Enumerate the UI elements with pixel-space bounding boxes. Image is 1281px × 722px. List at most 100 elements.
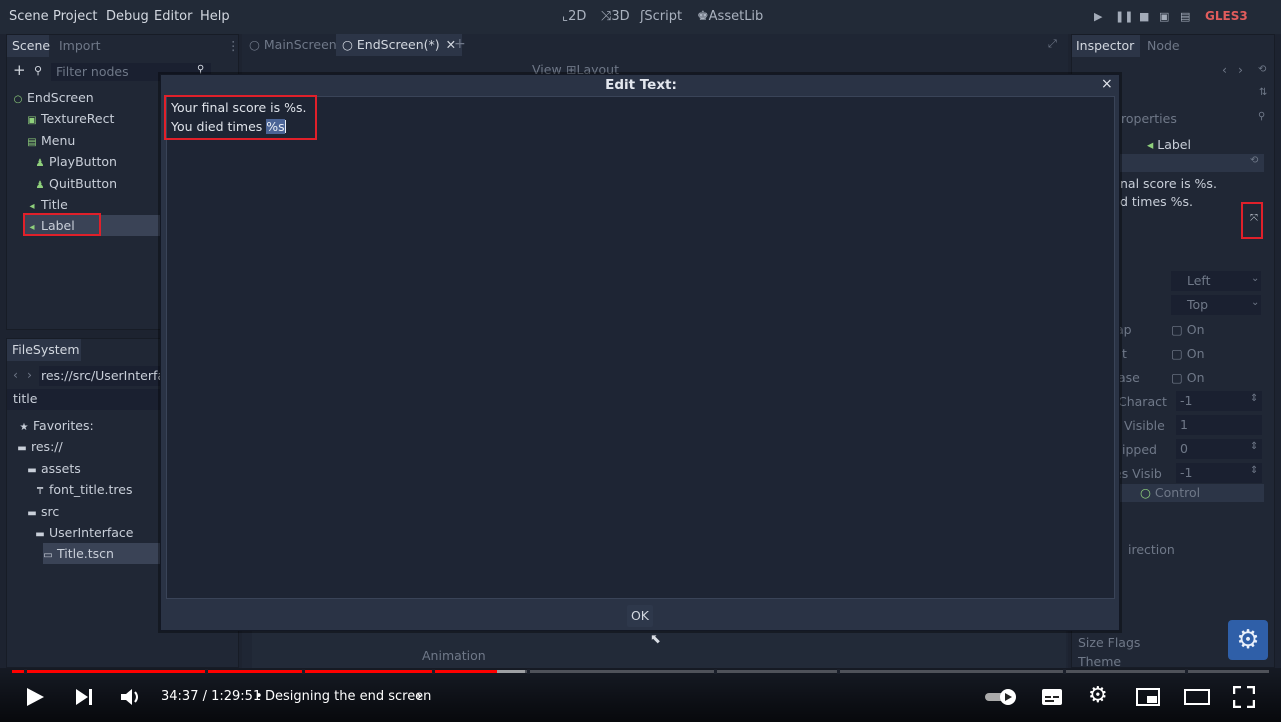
spin-icon: ⇕ (1250, 441, 1259, 452)
max-lines-visible-spin[interactable]: -1 ⇕ (1176, 463, 1262, 483)
link-icon[interactable]: ⚲ (34, 64, 42, 77)
close-icon[interactable]: × (1101, 76, 1113, 92)
renderer-select[interactable]: GLES3 (1205, 9, 1248, 23)
align-select[interactable]: Left ⌄ (1171, 271, 1261, 291)
fullscreen-icon[interactable] (1233, 686, 1255, 708)
add-node-icon[interactable]: + (13, 61, 26, 79)
next-button[interactable] (74, 688, 94, 706)
history-icon[interactable]: ⟲ (1258, 64, 1266, 75)
autowrap-toggle[interactable]: ▢ On (1171, 322, 1205, 337)
folder-icon: ▬ (35, 529, 45, 540)
add-tab-icon[interactable]: + (454, 36, 466, 52)
object-properties-icon[interactable]: ⇅ (1259, 87, 1267, 98)
forward-icon[interactable]: › (27, 367, 32, 382)
dialog-title: Edit Text: (605, 77, 677, 93)
tab-import[interactable]: Import (59, 38, 101, 53)
label-node-icon: ◂ (1147, 137, 1158, 152)
chapter-marker (527, 669, 530, 674)
tree-node-quitbutton[interactable]: ♟ QuitButton (35, 176, 118, 191)
lines-skipped-spin[interactable]: 0 ⇕ (1176, 439, 1262, 459)
label-node-icon: ◂ (29, 201, 35, 212)
chevron-down-icon: ⌄ (1251, 297, 1260, 308)
tab-node[interactable]: Node (1147, 38, 1180, 53)
valign-select[interactable]: Top ⌄ (1171, 295, 1261, 315)
fs-favorites[interactable]: ★ Favorites: (19, 418, 94, 433)
miniplayer-icon[interactable] (1136, 687, 1160, 707)
tab-endscreen[interactable]: ○ EndScreen(*) ✕ (336, 34, 463, 56)
play-scene-icon[interactable]: ▣ (1159, 10, 1169, 23)
fs-font-title[interactable]: ₸ font_title.tres (35, 482, 133, 497)
spin-icon: ⇕ (1250, 393, 1259, 404)
dock-menu-icon[interactable]: ⋮ (227, 38, 240, 53)
ok-button[interactable]: OK (627, 605, 653, 627)
tree-node-menu[interactable]: ▤ Menu (27, 133, 75, 148)
chapter-arrow-icon[interactable]: › (416, 686, 422, 705)
settings-gear-icon[interactable]: ⚙ (1088, 683, 1108, 708)
revert-icon[interactable]: ⟲ (1250, 155, 1258, 166)
tree-node-playbutton[interactable]: ♟ PlayButton (35, 154, 117, 169)
workspace-3d[interactable]: ⤨3D (601, 9, 630, 24)
volume-icon[interactable] (119, 686, 143, 708)
node-type-header: ◂ Label (1147, 137, 1191, 152)
play-button[interactable] (24, 686, 46, 708)
theater-mode-icon[interactable] (1184, 687, 1210, 707)
control-node-icon: ○ (1140, 485, 1155, 500)
tab-scene[interactable]: Scene (7, 35, 50, 57)
stop-icon[interactable]: ■ (1139, 10, 1149, 23)
menu-debug[interactable]: Debug (106, 9, 149, 24)
folder-icon: ▬ (17, 443, 27, 454)
folder-icon: ▬ (27, 465, 37, 476)
menu-bar: Scene Project Debug Editor Help ⌞2D ⤨3D … (0, 0, 1281, 34)
size-flags-section[interactable]: Size Flags (1078, 635, 1140, 650)
control-section-header[interactable]: ○ Control (1112, 484, 1264, 502)
back-icon[interactable]: ‹ (13, 367, 18, 382)
chapter-marker (837, 669, 840, 674)
menu-project[interactable]: Project (53, 9, 97, 24)
menu-help[interactable]: Help (200, 9, 230, 24)
history-back-icon[interactable]: ‹ (1222, 62, 1227, 77)
text-preview-line2: d times %s. (1120, 194, 1193, 209)
tree-node-title[interactable]: ◂ Title (27, 197, 67, 212)
filesystem-title: FileSystem (7, 339, 81, 361)
workspace-script[interactable]: ʃScript (640, 9, 682, 24)
highlight-text-box (164, 95, 317, 140)
theme-section[interactable]: Theme (1078, 654, 1121, 669)
fs-userinterface-folder[interactable]: ▬ UserInterface (35, 525, 133, 540)
filter-properties-input[interactable]: roperties (1121, 111, 1177, 126)
checkbox-icon: ▢ (1171, 346, 1187, 361)
assetlib-icon: ♚ (697, 9, 709, 24)
workspace-assetlib[interactable]: ♚AssetLib (697, 9, 763, 24)
history-forward-icon[interactable]: › (1238, 62, 1243, 77)
animation-tab[interactable]: Animation (422, 648, 486, 663)
fs-assets-folder[interactable]: ▬ assets (27, 461, 81, 476)
autoplay-toggle[interactable] (984, 688, 1018, 706)
tree-node-texturerect[interactable]: ▣ TextureRect (27, 111, 114, 126)
uppercase-toggle[interactable]: ▢ On (1171, 370, 1205, 385)
play-icon[interactable]: ▶ (1094, 10, 1102, 23)
container-icon: ▤ (27, 137, 37, 148)
chapter-marker (205, 669, 208, 674)
pause-icon[interactable]: ❚❚ (1115, 10, 1133, 23)
fs-src-folder[interactable]: ▬ src (27, 504, 59, 519)
progress-played (12, 670, 497, 673)
tree-node-endscreen[interactable]: ○ EndScreen (13, 90, 94, 105)
play-custom-scene-icon[interactable]: ▤ (1180, 10, 1190, 23)
text-edit-area[interactable]: Your final score is %s. You died times %… (166, 96, 1115, 599)
clip-text-toggle[interactable]: ▢ On (1171, 346, 1205, 361)
button-node-icon: ♟ (35, 158, 45, 169)
fs-title-scene[interactable]: ▭ Title.tscn (43, 546, 114, 561)
workspace-2d[interactable]: ⌞2D (562, 9, 586, 24)
percent-visible-field[interactable]: 1 (1176, 415, 1262, 435)
fs-res-root[interactable]: ▬ res:// (17, 439, 62, 454)
menu-editor[interactable]: Editor (154, 9, 192, 24)
distraction-free-icon[interactable]: ⤢ (1048, 37, 1057, 51)
visible-characters-spin[interactable]: -1 ⇕ (1176, 391, 1262, 411)
tab-inspector[interactable]: Inspector (1072, 35, 1140, 57)
chapter-title[interactable]: Designing the end screen (265, 689, 431, 704)
menu-scene[interactable]: Scene (9, 9, 49, 24)
subtitles-icon[interactable] (1041, 687, 1063, 707)
folder-icon: ▬ (27, 508, 37, 519)
checkbox-icon: ▢ (1171, 370, 1187, 385)
channel-logo-icon[interactable]: ⚙ (1228, 620, 1268, 660)
tab-mainscreen[interactable]: ○ MainScreen (249, 37, 337, 52)
